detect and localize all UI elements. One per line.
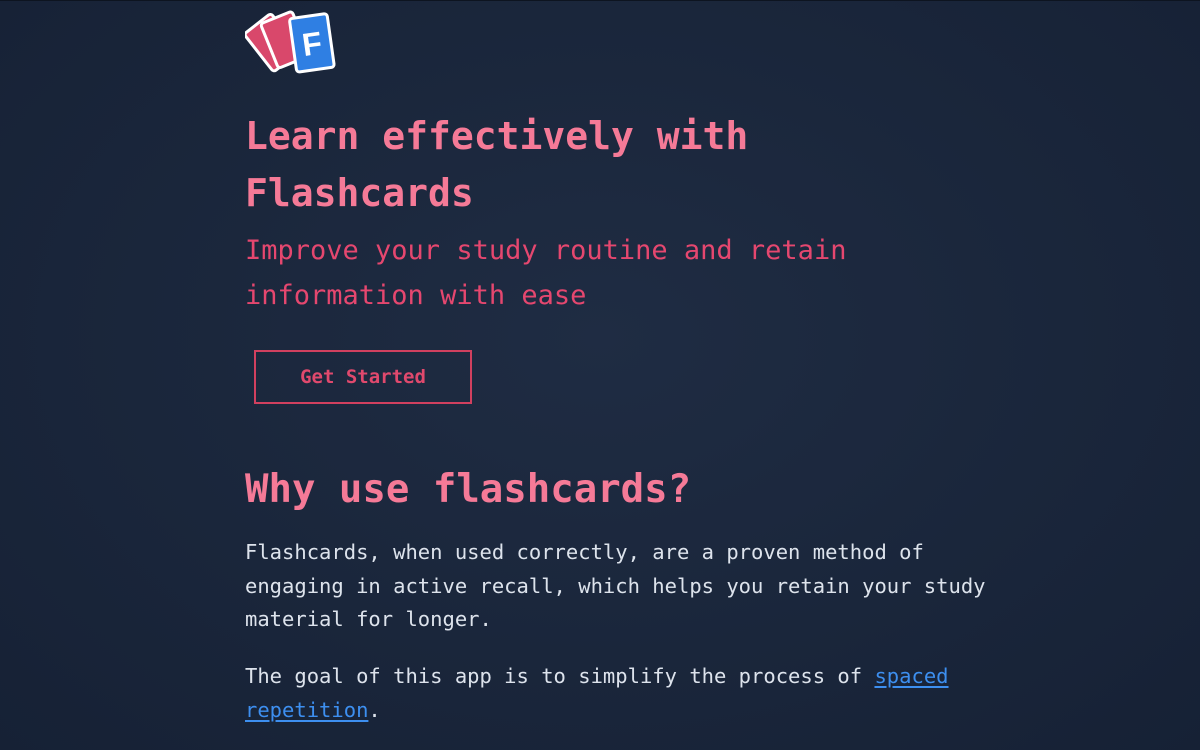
goal-text-prefix: The goal of this app is to simplify the … (245, 664, 875, 688)
hero-subtitle: Improve your study routine and retain in… (245, 235, 847, 311)
why-paragraph-goal: The goal of this app is to simplify the … (245, 660, 1015, 727)
top-edge-divider (0, 0, 1200, 1)
goal-text-suffix: . (368, 697, 381, 722)
why-paragraph-recall: Flashcards, when used correctly, are a p… (245, 540, 986, 631)
flashcards-logo-icon: F (245, 10, 336, 74)
get-started-button[interactable]: Get Started (254, 350, 472, 404)
hero-title: Learn effectively with Flashcards (245, 114, 749, 215)
why-section-heading: Why use flashcards? (245, 467, 692, 512)
